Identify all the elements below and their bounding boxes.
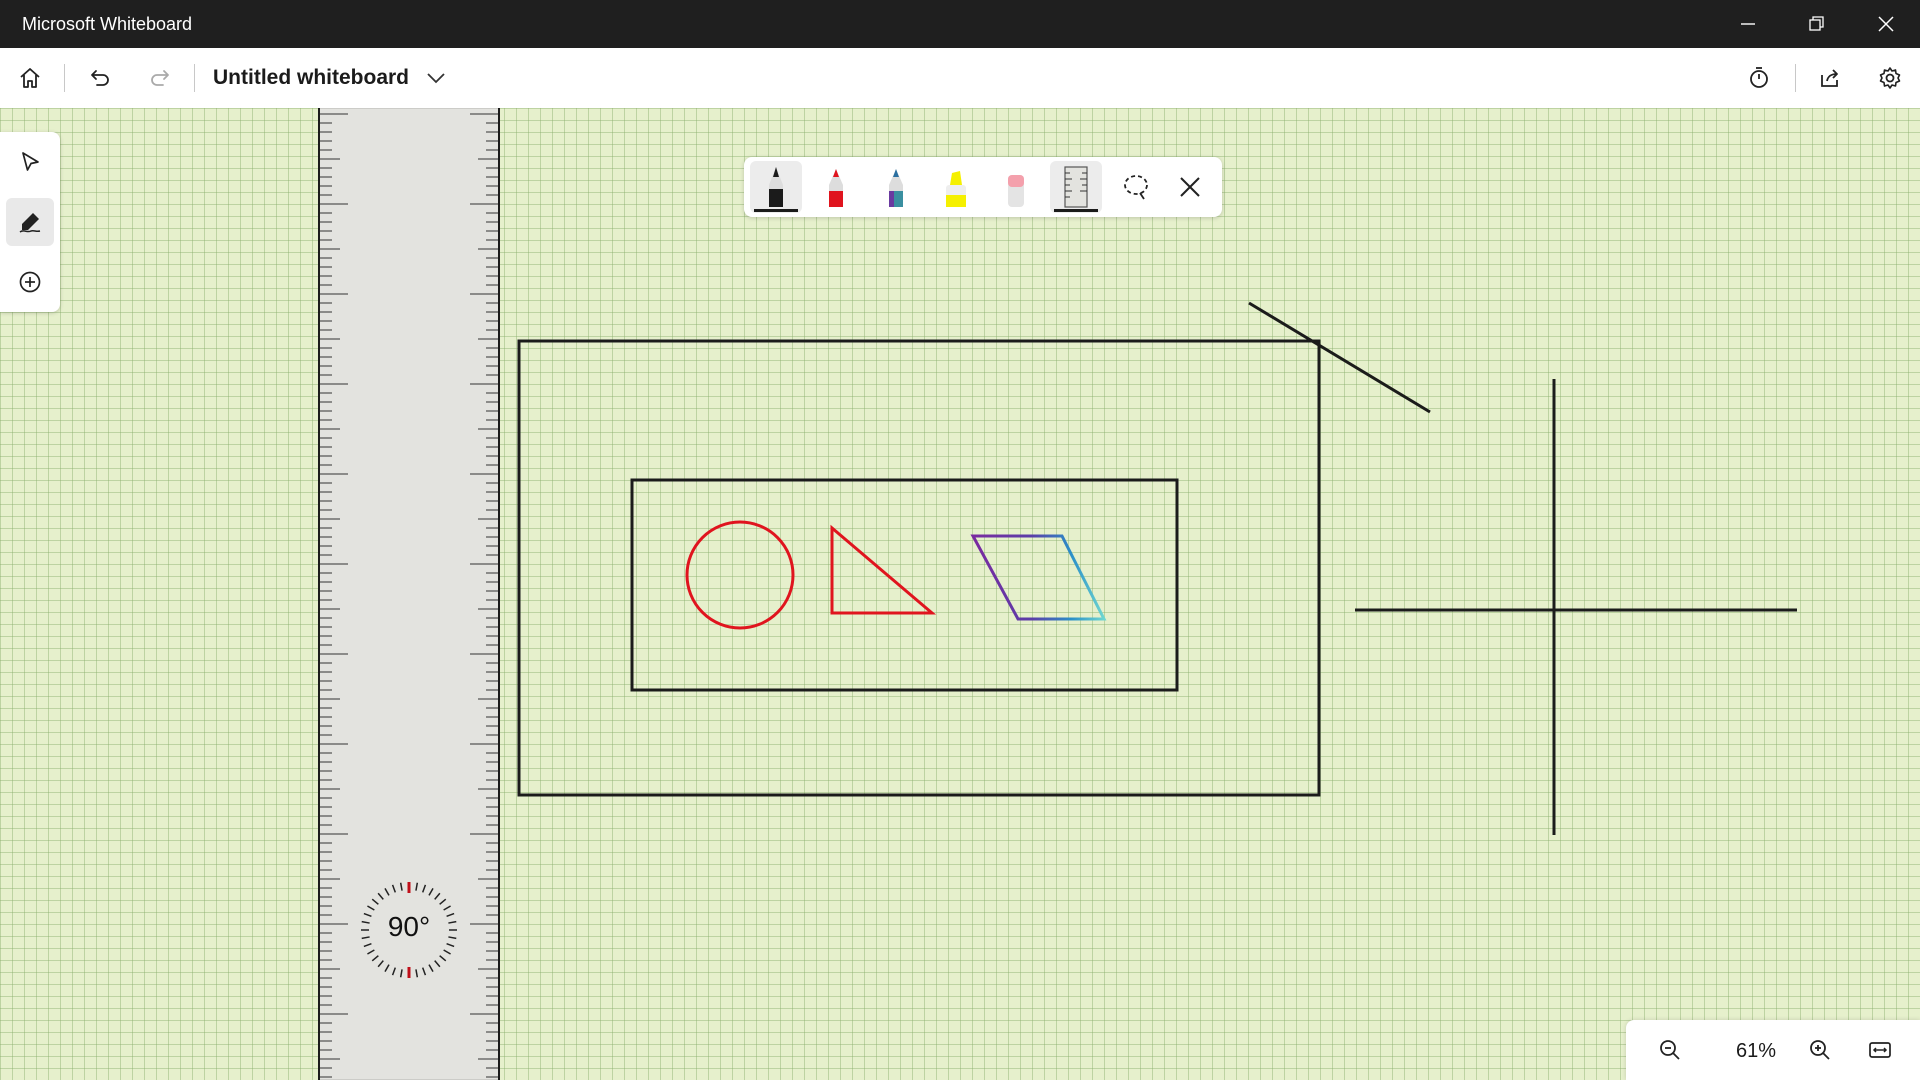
close-icon [1878, 16, 1894, 32]
zoom-in-button[interactable] [1804, 1034, 1836, 1066]
board-title-menu-button[interactable] [420, 62, 452, 94]
timer-icon [1750, 67, 1768, 88]
ruler-icon [1054, 166, 1098, 212]
zoom-out-button[interactable] [1654, 1034, 1686, 1066]
minimize-icon [1741, 23, 1755, 25]
share-button[interactable] [1814, 62, 1846, 94]
black-pen-button[interactable] [750, 161, 802, 213]
chevron-down-icon [427, 73, 445, 84]
highlighter-button[interactable] [930, 161, 982, 213]
lasso-icon [1124, 175, 1148, 200]
settings-button[interactable] [1874, 62, 1906, 94]
settings-icon [1879, 67, 1901, 89]
redo-button[interactable] [144, 62, 176, 94]
pointer-icon [22, 152, 39, 171]
fit-to-screen-icon [1869, 1042, 1891, 1058]
undo-button[interactable] [84, 62, 116, 94]
timer-button[interactable] [1743, 62, 1775, 94]
ink-triangle[interactable] [830, 524, 937, 615]
ruler-tool-button[interactable] [1050, 161, 1102, 213]
lasso-button[interactable] [1110, 161, 1162, 213]
red-pen-button[interactable] [810, 161, 862, 213]
eraser-icon [1008, 175, 1024, 207]
black-pen-icon [754, 167, 798, 212]
restore-button[interactable] [1782, 0, 1850, 48]
close-icon [1180, 177, 1200, 197]
app-title: Microsoft Whiteboard [22, 14, 193, 34]
board-title[interactable]: Untitled whiteboard [213, 66, 409, 90]
select-button[interactable] [6, 138, 54, 186]
home-button[interactable] [14, 62, 46, 94]
ink-button[interactable] [6, 198, 54, 246]
ink-circle[interactable] [685, 520, 795, 630]
galaxy-pen-button[interactable] [870, 161, 922, 213]
command-bar: Untitled whiteboard [0, 48, 1920, 109]
pen-icon [19, 213, 41, 233]
close-ink-toolbar-button[interactable] [1164, 161, 1216, 213]
separator [1795, 64, 1796, 92]
highlighter-icon [946, 171, 966, 207]
separator [194, 64, 195, 92]
ink-parallelogram[interactable] [970, 534, 1107, 621]
ink-diagonal-line[interactable] [1248, 301, 1431, 414]
minimize-button[interactable] [1714, 0, 1782, 48]
ink-layer [517, 301, 1797, 835]
redo-icon [151, 70, 169, 86]
ink-rectangle-inner[interactable] [630, 478, 1179, 692]
zoom-out-icon [1660, 1040, 1680, 1060]
undo-icon [91, 70, 109, 86]
create-button[interactable] [6, 258, 54, 306]
zoom-level: 61% [1735, 1040, 1777, 1062]
home-icon [20, 68, 40, 88]
galaxy-pen-icon [889, 169, 903, 207]
ink-toolbar [744, 157, 1222, 217]
eraser-button[interactable] [990, 161, 1042, 213]
restore-icon [1809, 16, 1824, 31]
fit-to-screen-button[interactable] [1864, 1034, 1896, 1066]
red-pen-icon [829, 169, 843, 207]
plus-circle-icon [19, 271, 41, 293]
left-tool-rail [0, 132, 60, 312]
close-window-button[interactable] [1852, 0, 1920, 48]
ink-rectangle-outer[interactable] [517, 339, 1321, 797]
share-icon [1821, 69, 1838, 87]
zoom-bar: 61% [1626, 1020, 1920, 1080]
zoom-in-icon [1810, 1040, 1830, 1060]
separator [64, 64, 65, 92]
title-bar: Microsoft Whiteboard [0, 0, 1920, 48]
